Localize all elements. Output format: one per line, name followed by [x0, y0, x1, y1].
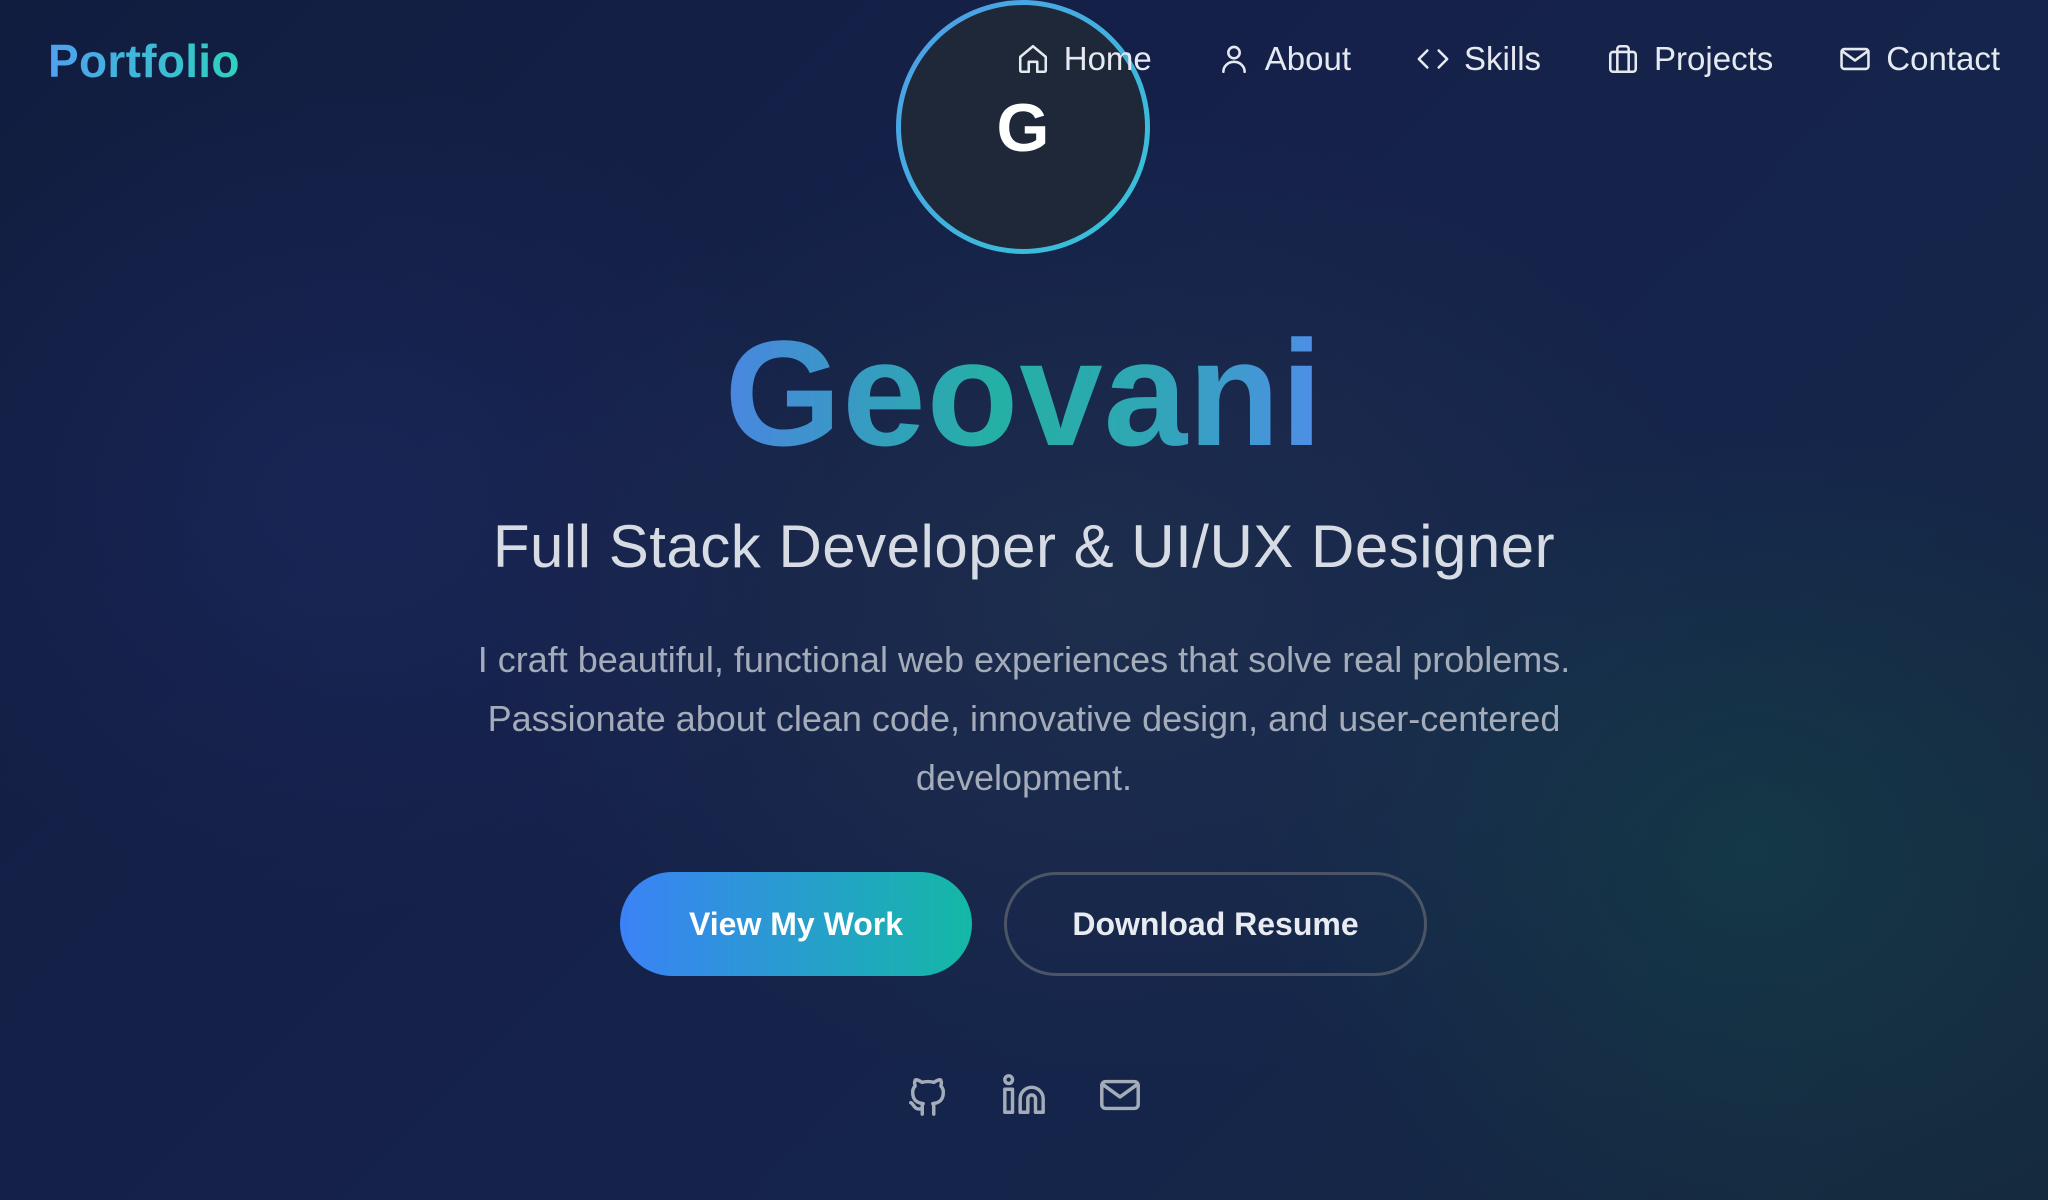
briefcase-icon [1606, 42, 1640, 76]
github-icon[interactable] [905, 1072, 951, 1118]
nav-item-contact[interactable]: Contact [1838, 40, 2000, 78]
hero-description-line-1: I craft beautiful, functional web experi… [477, 639, 1571, 680]
nav-links: Home About Skills Projects Contact [1016, 40, 2000, 78]
hero-description-line-2: Passionate about clean code, innovative … [487, 698, 1561, 739]
email-social-icon[interactable] [1097, 1072, 1143, 1118]
home-icon [1016, 42, 1050, 76]
social-links [0, 1072, 2048, 1118]
linkedin-icon[interactable] [1001, 1072, 1047, 1118]
hero-name: Geovani [0, 308, 2048, 478]
avatar-initial: G [996, 90, 1050, 166]
nav-label-home: Home [1063, 40, 1152, 77]
hero-title: Full Stack Developer & UI/UX Designer [492, 513, 1556, 580]
hero-description: I craft beautiful, functional web experi… [424, 630, 1624, 807]
user-icon [1217, 42, 1251, 76]
view-my-work-button[interactable]: View My Work [620, 872, 972, 976]
nav-label-about: About [1264, 40, 1352, 77]
code-icon [1416, 42, 1450, 76]
download-resume-button[interactable]: Download Resume [1004, 872, 1427, 976]
hero-description-line-3: development. [915, 757, 1133, 798]
mail-icon [1838, 42, 1872, 76]
nav-item-skills[interactable]: Skills [1416, 40, 1541, 78]
nav-label-projects: Projects [1654, 40, 1774, 77]
nav-label-contact: Contact [1886, 40, 2000, 77]
nav-label-skills: Skills [1464, 40, 1542, 77]
hero-name-text: Geovani [724, 309, 1324, 477]
brand-logo[interactable]: Portfolio [48, 34, 240, 88]
nav-item-about[interactable]: About [1217, 40, 1351, 78]
nav-item-projects[interactable]: Projects [1606, 40, 1773, 78]
nav-item-home[interactable]: Home [1016, 40, 1152, 78]
avatar: G [896, 0, 1150, 254]
